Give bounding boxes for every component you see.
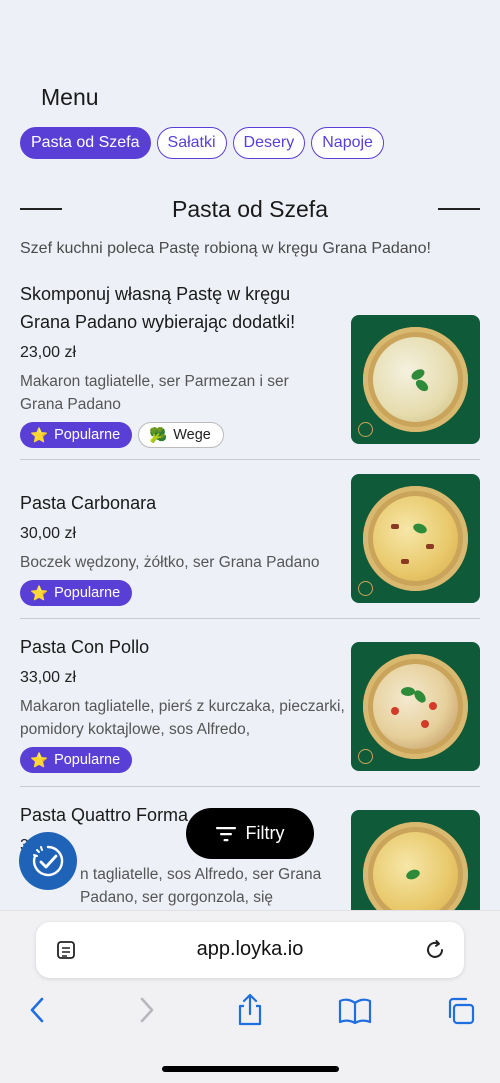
address-bar[interactable]: app.loyka.io	[36, 922, 464, 978]
popular-badge: ⭐ Popularne	[20, 747, 133, 773]
star-icon: ⭐	[30, 427, 49, 444]
url-text[interactable]: app.loyka.io	[36, 938, 464, 961]
item-name: Skomponuj własną Pastę w kręgu Grana Pad…	[20, 284, 296, 332]
star-icon: ⭐	[30, 752, 49, 769]
tabs-icon[interactable]	[446, 997, 476, 1025]
item-divider	[20, 786, 480, 787]
reload-icon[interactable]	[424, 939, 446, 961]
item-description: Boczek wędzony, żółtko, ser Grana Padano	[20, 554, 320, 571]
star-icon: ⭐	[30, 585, 49, 602]
item-image[interactable]	[351, 642, 480, 771]
browser-chrome: app.loyka.io	[0, 910, 500, 1083]
clock-check-icon	[32, 845, 64, 877]
tab-pasta-od-szefa[interactable]: Pasta od Szefa	[20, 127, 151, 159]
filter-icon	[215, 826, 236, 841]
section-subtitle: Szef kuchni poleca Pastę robioną w kręgu…	[20, 240, 431, 257]
item-name: Pasta Con Pollo	[20, 637, 150, 657]
order-status-fab[interactable]	[19, 832, 77, 890]
section-divider-left	[20, 208, 62, 210]
section-divider-right	[438, 208, 480, 210]
category-tabs: Pasta od Szefa Sałatki Desery Napoje	[20, 127, 384, 159]
item-description: Makaron tagliatelle, pierś z kurczaka, p…	[20, 698, 345, 738]
home-indicator	[162, 1066, 339, 1072]
item-image[interactable]	[351, 474, 480, 603]
share-icon[interactable]	[236, 993, 264, 1027]
bookmarks-icon[interactable]	[338, 997, 372, 1025]
forward-icon[interactable]	[134, 995, 158, 1025]
vege-badge: 🥦 Wege	[138, 422, 224, 448]
section-title: Pasta od Szefa	[172, 195, 328, 222]
tab-desery[interactable]: Desery	[232, 127, 306, 159]
back-icon[interactable]	[26, 995, 50, 1025]
item-description: Makaron tagliatelle, ser Parmezan i ser …	[20, 373, 289, 413]
item-image[interactable]	[351, 315, 480, 444]
grana-padano-seal-icon	[358, 749, 373, 764]
broccoli-icon: 🥦	[149, 427, 168, 444]
tab-salatki[interactable]: Sałatki	[156, 127, 227, 159]
section-header: Pasta od Szefa	[20, 193, 480, 225]
popular-badge: ⭐ Popularne	[20, 580, 133, 606]
item-name: Pasta Carbonara	[20, 493, 157, 513]
page-title: Menu	[41, 84, 99, 110]
grana-padano-seal-icon	[358, 422, 373, 437]
tab-napoje[interactable]: Napoje	[311, 127, 384, 159]
item-divider	[20, 618, 480, 619]
item-image[interactable]	[351, 810, 480, 910]
item-divider	[20, 459, 480, 460]
grana-padano-seal-icon	[358, 581, 373, 596]
filters-button[interactable]: Filtry	[186, 808, 314, 859]
popular-badge: ⭐ Popularne	[20, 422, 133, 448]
